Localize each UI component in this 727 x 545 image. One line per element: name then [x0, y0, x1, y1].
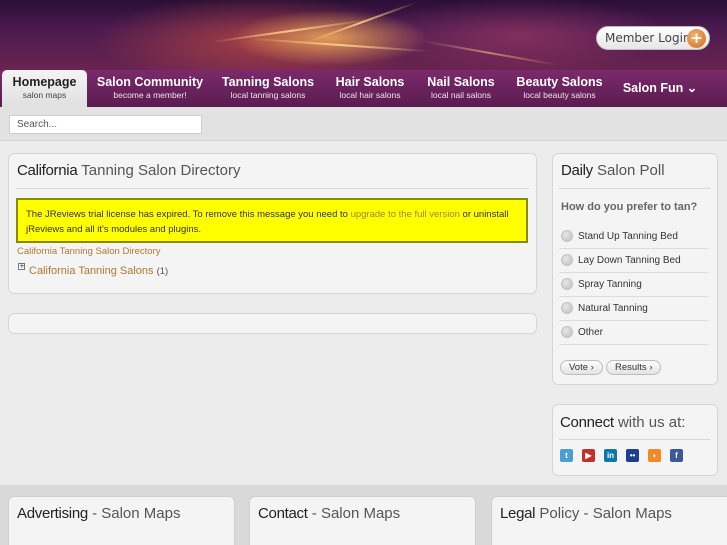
poll-option-label: Other	[578, 326, 604, 338]
nav-item-title: Tanning Salons	[221, 75, 315, 89]
footer-title-rest: - Salon Maps	[87, 505, 181, 522]
member-login-button[interactable]: Member Login +	[596, 26, 710, 50]
directory-title-rest: Tanning Salon Directory	[77, 162, 241, 179]
notice-text: The JReviews trial license has expired. …	[26, 209, 351, 220]
nav-item-salon-fun[interactable]: Salon Fun ⌄	[620, 70, 700, 107]
rss-icon[interactable]: ◗	[648, 449, 661, 462]
banner-light-streak	[420, 39, 560, 67]
header-banner: Member Login +	[0, 0, 727, 70]
footer-title-bold: Advertising	[17, 505, 88, 522]
poll-option[interactable]: Stand Up Tanning Bed	[561, 229, 678, 243]
linkedin-icon[interactable]: in	[604, 449, 617, 462]
twitter-icon[interactable]: t	[560, 449, 573, 462]
radio-button[interactable]	[561, 326, 573, 338]
search-input[interactable]: Search...	[9, 115, 202, 134]
tree-item-california-tanning-salons: California Tanning Salons (1)	[29, 265, 168, 277]
nav-item-sub: local hair salons	[339, 90, 401, 100]
poll-option-label: Lay Down Tanning Bed	[578, 254, 681, 266]
nav-item-title: Salon Fun ⌄	[622, 81, 698, 95]
nav-item-beauty-salons[interactable]: Beauty Salons local beauty salons	[513, 70, 606, 107]
footer-title-rest: - Salon Maps	[307, 505, 401, 522]
poll-option[interactable]: Other	[561, 325, 603, 339]
nav-item-sub: local beauty salons	[523, 90, 596, 100]
poll-question: How do you prefer to tan?	[561, 201, 698, 213]
tree-count: (1)	[156, 266, 169, 277]
nav-item-homepage[interactable]: Homepage salon maps	[2, 70, 87, 107]
title-divider	[16, 188, 529, 189]
empty-panel	[8, 313, 537, 334]
nav-item-salon-community[interactable]: Salon Community become a member!	[95, 70, 205, 107]
poll-divider	[559, 344, 709, 345]
banner-light-streak	[210, 18, 370, 44]
footer-title-contact: Contact - Salon Maps	[258, 505, 400, 522]
connect-title-bold: Connect	[560, 414, 614, 431]
nav-item-sub: local nail salons	[430, 90, 491, 100]
nav-item-tanning-salons[interactable]: Tanning Salons local tanning salons	[219, 70, 317, 107]
nav-item-title: Salon Community	[96, 75, 204, 89]
plus-icon: +	[687, 29, 706, 48]
poll-option[interactable]: Lay Down Tanning Bed	[561, 253, 681, 267]
poll-option-label: Spray Tanning	[578, 278, 642, 290]
connect-title: Connect with us at:	[560, 414, 685, 431]
connect-title-rest: with us at:	[613, 414, 686, 431]
nav-item-sub: local tanning salons	[230, 90, 306, 100]
footer-title-bold: Contact	[258, 505, 308, 522]
expand-icon[interactable]: +	[18, 263, 25, 270]
poll-option-label: Natural Tanning	[578, 302, 648, 314]
poll-option[interactable]: Natural Tanning	[561, 301, 648, 315]
nav-item-title: Beauty Salons	[516, 75, 603, 89]
breadcrumb[interactable]: California Tanning Salon Directory	[17, 246, 160, 257]
main-nav: Homepage salon maps Salon Community beco…	[0, 70, 727, 107]
poll-title-rest: Salon Poll	[592, 162, 665, 179]
poll-option[interactable]: Spray Tanning	[561, 277, 642, 291]
results-button[interactable]: Results ›	[606, 360, 662, 375]
flickr-icon[interactable]: ••	[626, 449, 639, 462]
tree-link-label[interactable]: California Tanning Salons	[29, 265, 154, 277]
radio-button[interactable]	[561, 302, 573, 314]
poll-title-bold: Daily	[561, 162, 593, 179]
youtube-icon[interactable]: ▶	[582, 449, 595, 462]
nav-item-title: Homepage	[12, 75, 77, 89]
member-login-label: Member Login	[605, 31, 691, 45]
banner-light-streak	[250, 37, 430, 53]
footer-title-advertising: Advertising - Salon Maps	[17, 505, 180, 522]
footer-title-rest: Policy - Salon Maps	[535, 505, 672, 522]
facebook-icon[interactable]: f	[670, 449, 683, 462]
upgrade-link[interactable]: upgrade to the full version	[351, 209, 460, 220]
nav-item-hair-salons[interactable]: Hair Salons local hair salons	[331, 70, 409, 107]
footer-title-bold: Legal	[500, 505, 536, 522]
footer-title-legal: Legal Policy - Salon Maps	[500, 505, 672, 522]
poll-divider	[559, 272, 709, 273]
nav-item-title: Nail Salons	[427, 75, 495, 89]
nav-item-nail-salons[interactable]: Nail Salons local nail salons	[423, 70, 499, 107]
poll-title: Daily Salon Poll	[561, 162, 665, 179]
poll-divider	[559, 248, 709, 249]
nav-item-title: Hair Salons	[335, 75, 405, 89]
vote-button[interactable]: Vote ›	[560, 360, 603, 375]
radio-button[interactable]	[561, 278, 573, 290]
directory-title-bold: California	[17, 162, 78, 179]
poll-option-label: Stand Up Tanning Bed	[578, 230, 678, 242]
nav-item-sub: become a member!	[113, 90, 187, 100]
radio-button[interactable]	[561, 254, 573, 266]
poll-divider	[559, 320, 709, 321]
poll-title-divider	[559, 188, 710, 189]
nav-item-sub: salon maps	[22, 90, 67, 100]
license-notice: The JReviews trial license has expired. …	[16, 198, 528, 243]
radio-button[interactable]	[561, 230, 573, 242]
connect-title-divider	[559, 439, 710, 440]
poll-divider	[559, 296, 709, 297]
directory-title: California Tanning Salon Directory	[17, 162, 241, 179]
banner-light-streak	[303, 1, 417, 45]
